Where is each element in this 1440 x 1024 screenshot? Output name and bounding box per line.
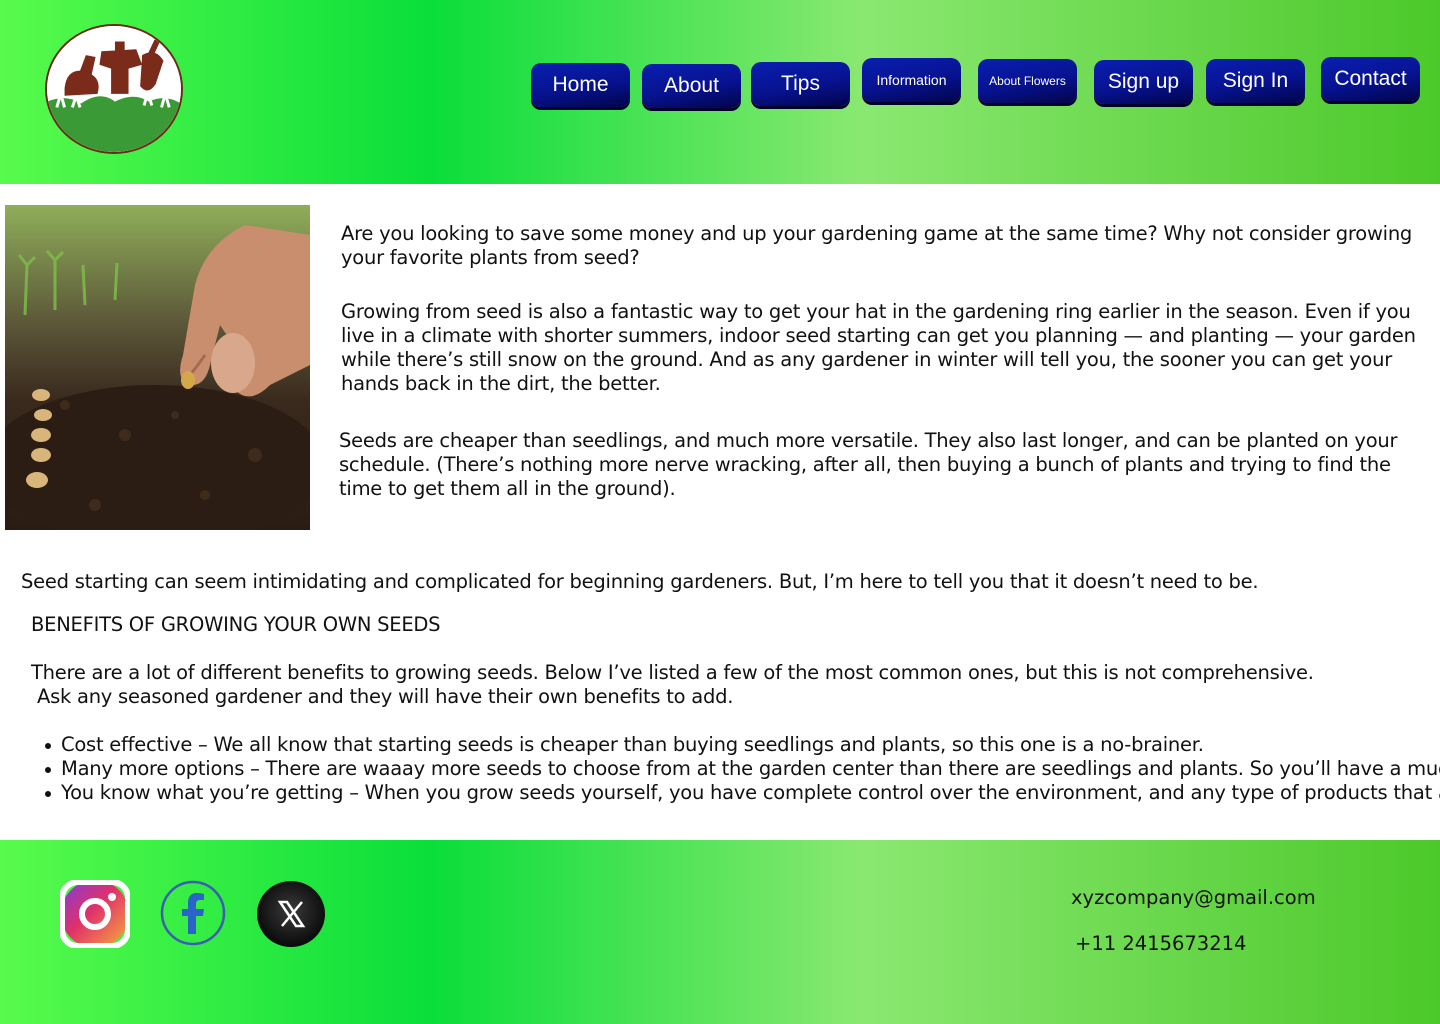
nav-contact-button[interactable]: Contact	[1321, 57, 1420, 101]
intro-paragraph: Are you looking to save some money and u…	[341, 222, 1413, 269]
seed-planting-image	[5, 205, 310, 530]
seed-versatility-paragraph: Seeds are cheaper than seedlings, and mu…	[339, 429, 1398, 500]
facebook-icon[interactable]	[160, 880, 226, 946]
benefits-heading: BENEFITS OF GROWING YOUR OWN SEEDS	[31, 613, 441, 636]
nav-home-button[interactable]: Home	[531, 63, 630, 107]
benefits-intro-paragraph-2: Ask any seasoned gardener and they will …	[37, 685, 734, 708]
list-item: Cost effective – We all know that starti…	[40, 733, 1440, 757]
logo-graphic	[47, 26, 181, 152]
seed-season-paragraph: Growing from seed is also a fantastic wa…	[341, 300, 1416, 395]
seed-starting-paragraph: Seed starting can seem intimidating and …	[21, 570, 1259, 593]
footer-band: xyzcompany@gmail.com +11 2415673214	[0, 840, 1440, 1024]
nav-sign-in-button[interactable]: Sign In	[1206, 59, 1305, 103]
seed-planting-photo	[5, 205, 310, 530]
instagram-icon[interactable]	[60, 880, 130, 948]
benefits-intro-paragraph: There are a lot of different benefits to…	[31, 661, 1314, 684]
list-item: Many more options – There are waaay more…	[40, 757, 1440, 781]
contact-phone: +11 2415673214	[1075, 932, 1247, 955]
x-icon[interactable]	[256, 880, 326, 948]
nav-sign-up-button[interactable]: Sign up	[1094, 60, 1193, 104]
list-item: You know what you’re getting – When you …	[40, 781, 1440, 805]
nav-information-button[interactable]: Information	[862, 58, 961, 102]
benefits-list: Cost effective – We all know that starti…	[40, 733, 1440, 805]
header-band: Home About Tips Information About Flower…	[0, 0, 1440, 184]
nav-tips-button[interactable]: Tips	[751, 62, 850, 106]
garden-tools-logo[interactable]	[45, 24, 183, 154]
nav-about-button[interactable]: About	[642, 64, 741, 108]
nav-about-flowers-button[interactable]: About Flowers	[978, 59, 1077, 103]
contact-email[interactable]: xyzcompany@gmail.com	[1071, 886, 1316, 910]
